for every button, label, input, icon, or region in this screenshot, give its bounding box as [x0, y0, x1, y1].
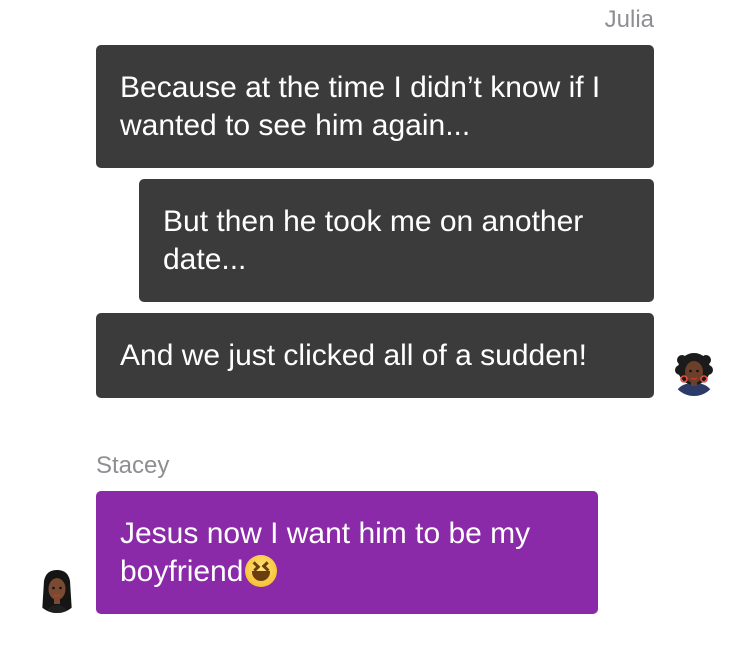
message-text: And we just clicked all of a sudden! — [120, 338, 587, 372]
message-bubble-julia-2[interactable]: But then he took me on another date... — [139, 179, 654, 302]
sender-name-julia: Julia — [604, 6, 654, 33]
message-bubble-stacey-1[interactable]: Jesus now I want him to be my boyfriend — [96, 491, 598, 614]
message-bubble-julia-3[interactable]: And we just clicked all of a sudden! — [96, 313, 654, 398]
stacey-avatar-icon[interactable] — [34, 567, 80, 613]
julia-avatar-svg — [671, 350, 717, 396]
message-text: But then he took me on another date... — [163, 204, 584, 276]
message-text: Jesus now I want him to be my boyfriend — [120, 515, 576, 591]
chat-thread: Julia Because at the time I didn’t know … — [0, 0, 750, 657]
grinning-squinting-face-emoji — [245, 554, 278, 587]
stacey-avatar-svg — [34, 567, 80, 613]
message-text-content: Jesus now I want him to be my boyfriend — [120, 516, 531, 588]
message-text: Because at the time I didn’t know if I w… — [120, 70, 601, 142]
julia-avatar-icon[interactable] — [671, 350, 717, 396]
message-bubble-julia-1[interactable]: Because at the time I didn’t know if I w… — [96, 45, 654, 168]
sender-name-stacey: Stacey — [96, 452, 170, 479]
